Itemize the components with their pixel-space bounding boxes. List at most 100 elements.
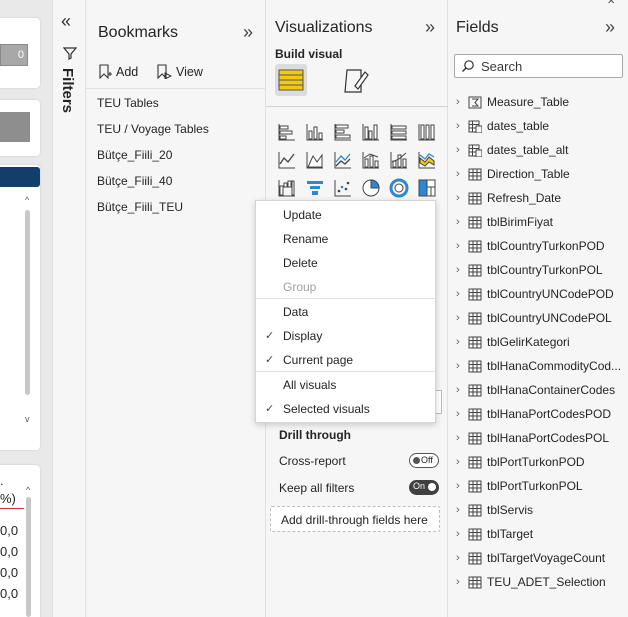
menu-item-data[interactable]: Data — [256, 301, 435, 325]
100-stacked-bar-chart-icon[interactable] — [389, 122, 409, 142]
canvas-card-slicer[interactable]: 0 — [0, 18, 40, 88]
field-table-item[interactable]: › tblHanaContainerCodes — [456, 380, 628, 400]
matrix-scrollbar[interactable] — [26, 497, 31, 617]
field-table-item[interactable]: › tblHanaPortCodesPOL — [456, 428, 628, 448]
view-bookmarks-button[interactable]: View — [156, 64, 203, 79]
chevron-right-icon[interactable]: › — [456, 384, 468, 396]
field-table-item[interactable]: › Refresh_Date — [456, 188, 628, 208]
chevron-right-icon[interactable]: › — [456, 432, 468, 444]
canvas-card-table[interactable]: ^ v — [0, 165, 40, 450]
field-table-item[interactable]: › tblTarget — [456, 524, 628, 544]
menu-item-delete[interactable]: Delete — [256, 252, 435, 276]
scatter-chart-icon[interactable] — [333, 178, 353, 198]
field-table-item[interactable]: › TEU_ADET_Selection — [456, 572, 628, 592]
bookmark-item[interactable]: Bütçe_Fiili_TEU — [97, 200, 183, 214]
line-and-clustered-column-chart-icon[interactable] — [389, 150, 409, 170]
chevron-right-icon[interactable]: › — [456, 144, 468, 156]
canvas-button-block[interactable] — [0, 112, 30, 142]
bookmark-item[interactable]: TEU Tables — [97, 96, 159, 110]
collapse-filters-icon[interactable]: « — [61, 12, 79, 34]
bookmark-item[interactable]: Bütçe_Fiili_40 — [97, 174, 172, 188]
add-bookmark-button[interactable]: Add — [98, 64, 138, 79]
chevron-right-icon[interactable]: › — [456, 360, 468, 372]
expand-bookmarks-icon[interactable]: » — [243, 22, 253, 43]
field-table-item[interactable]: › tblCountryTurkonPOD — [456, 236, 628, 256]
chevron-right-icon[interactable]: › — [456, 336, 468, 348]
area-chart-icon[interactable] — [305, 150, 325, 170]
funnel-chart-icon[interactable] — [305, 178, 325, 198]
stacked-area-chart-icon[interactable] — [333, 150, 353, 170]
chevron-right-icon[interactable]: › — [456, 288, 468, 300]
add-drill-through-fields-well[interactable]: Add drill-through fields here — [270, 506, 440, 532]
field-table-item[interactable]: › dates_table — [456, 116, 628, 136]
canvas-card-matrix[interactable]: . %) 0,0 0,0 0,0 0,0 ^ — [0, 465, 40, 617]
field-table-item[interactable]: › tblGelirKategori — [456, 332, 628, 352]
chevron-right-icon[interactable]: › — [456, 504, 468, 516]
chevron-right-icon[interactable]: › — [456, 408, 468, 420]
ribbon-chart-icon[interactable] — [417, 150, 437, 170]
expand-fields-icon[interactable]: » — [605, 17, 615, 38]
menu-item-rename[interactable]: Rename — [256, 228, 435, 252]
field-table-item[interactable]: › tblPortTurkonPOD — [456, 452, 628, 472]
scroll-up-icon[interactable]: ^ — [26, 485, 30, 495]
field-table-item[interactable]: › tblHanaPortCodesPOD — [456, 404, 628, 424]
chevron-right-icon[interactable]: › — [456, 192, 468, 204]
canvas-table-scrollbar[interactable] — [25, 210, 30, 395]
chevron-right-icon[interactable]: › — [456, 120, 468, 132]
field-table-item[interactable]: › tblHanaCommodityCod... — [456, 356, 628, 376]
clustered-bar-chart-icon[interactable] — [333, 122, 353, 142]
chevron-right-icon[interactable]: › — [456, 216, 468, 228]
bookmark-item[interactable]: Bütçe_Fiili_20 — [97, 148, 172, 162]
field-table-item[interactable]: › tblBirimFiyat — [456, 212, 628, 232]
menu-item-label: Data — [283, 305, 309, 319]
waterfall-chart-icon[interactable] — [277, 178, 297, 198]
scroll-up-icon[interactable]: ^ — [25, 195, 29, 205]
chevron-right-icon[interactable]: › — [456, 576, 468, 588]
field-table-item[interactable]: › tblCountryUNCodePOD — [456, 284, 628, 304]
line-and-stacked-column-chart-icon[interactable] — [361, 150, 381, 170]
line-chart-icon[interactable] — [277, 150, 297, 170]
chevron-right-icon[interactable]: › — [456, 264, 468, 276]
stacked-column-chart-icon[interactable] — [305, 122, 325, 142]
field-table-item[interactable]: › dates_table_alt — [456, 140, 628, 160]
chevron-right-icon[interactable]: › — [456, 552, 468, 564]
field-table-item[interactable]: › Measure_Table — [456, 92, 628, 112]
chevron-right-icon[interactable]: › — [456, 168, 468, 180]
donut-chart-icon[interactable] — [389, 178, 409, 198]
format-visual-button[interactable] — [341, 66, 371, 96]
menu-item-selected-visuals[interactable]: ✓ Selected visuals — [256, 398, 435, 422]
close-icon[interactable]: ✕ — [607, 0, 615, 7]
build-visual-button[interactable] — [275, 64, 307, 96]
search-input[interactable] — [481, 58, 619, 74]
chevron-right-icon[interactable]: › — [456, 312, 468, 324]
canvas-card-button[interactable] — [0, 100, 40, 156]
100-stacked-column-chart-icon[interactable] — [417, 122, 437, 142]
treemap-icon[interactable] — [417, 178, 437, 198]
field-table-item[interactable]: › tblTargetVoyageCount — [456, 548, 628, 568]
chevron-right-icon[interactable]: › — [456, 456, 468, 468]
expand-visualizations-icon[interactable]: » — [425, 17, 435, 38]
field-table-item[interactable]: › Direction_Table — [456, 164, 628, 184]
chevron-right-icon[interactable]: › — [456, 480, 468, 492]
menu-item-all-visuals[interactable]: All visuals — [256, 374, 435, 398]
scroll-down-icon[interactable]: v — [25, 414, 30, 424]
keep-all-filters-toggle[interactable]: On — [409, 480, 439, 495]
bookmark-item[interactable]: TEU / Voyage Tables — [97, 122, 209, 136]
menu-item-update[interactable]: Update — [256, 204, 435, 228]
slicer-value[interactable]: 0 — [0, 44, 28, 66]
fields-search-box[interactable] — [454, 54, 623, 78]
menu-item-display[interactable]: ✓ Display — [256, 325, 435, 349]
field-table-item[interactable]: › tblCountryUNCodePOL — [456, 308, 628, 328]
clustered-column-chart-icon[interactable] — [361, 122, 381, 142]
filters-label[interactable]: Filters — [59, 68, 76, 113]
pie-chart-icon[interactable] — [361, 178, 381, 198]
cross-report-toggle[interactable]: Off — [409, 453, 439, 468]
chevron-right-icon[interactable]: › — [456, 96, 468, 108]
field-table-item[interactable]: › tblCountryTurkonPOL — [456, 260, 628, 280]
stacked-bar-chart-icon[interactable] — [277, 122, 297, 142]
field-table-item[interactable]: › tblPortTurkonPOL — [456, 476, 628, 496]
chevron-right-icon[interactable]: › — [456, 528, 468, 540]
chevron-right-icon[interactable]: › — [456, 240, 468, 252]
menu-item-current-page[interactable]: ✓ Current page — [256, 349, 435, 373]
field-table-item[interactable]: › tblServis — [456, 500, 628, 520]
